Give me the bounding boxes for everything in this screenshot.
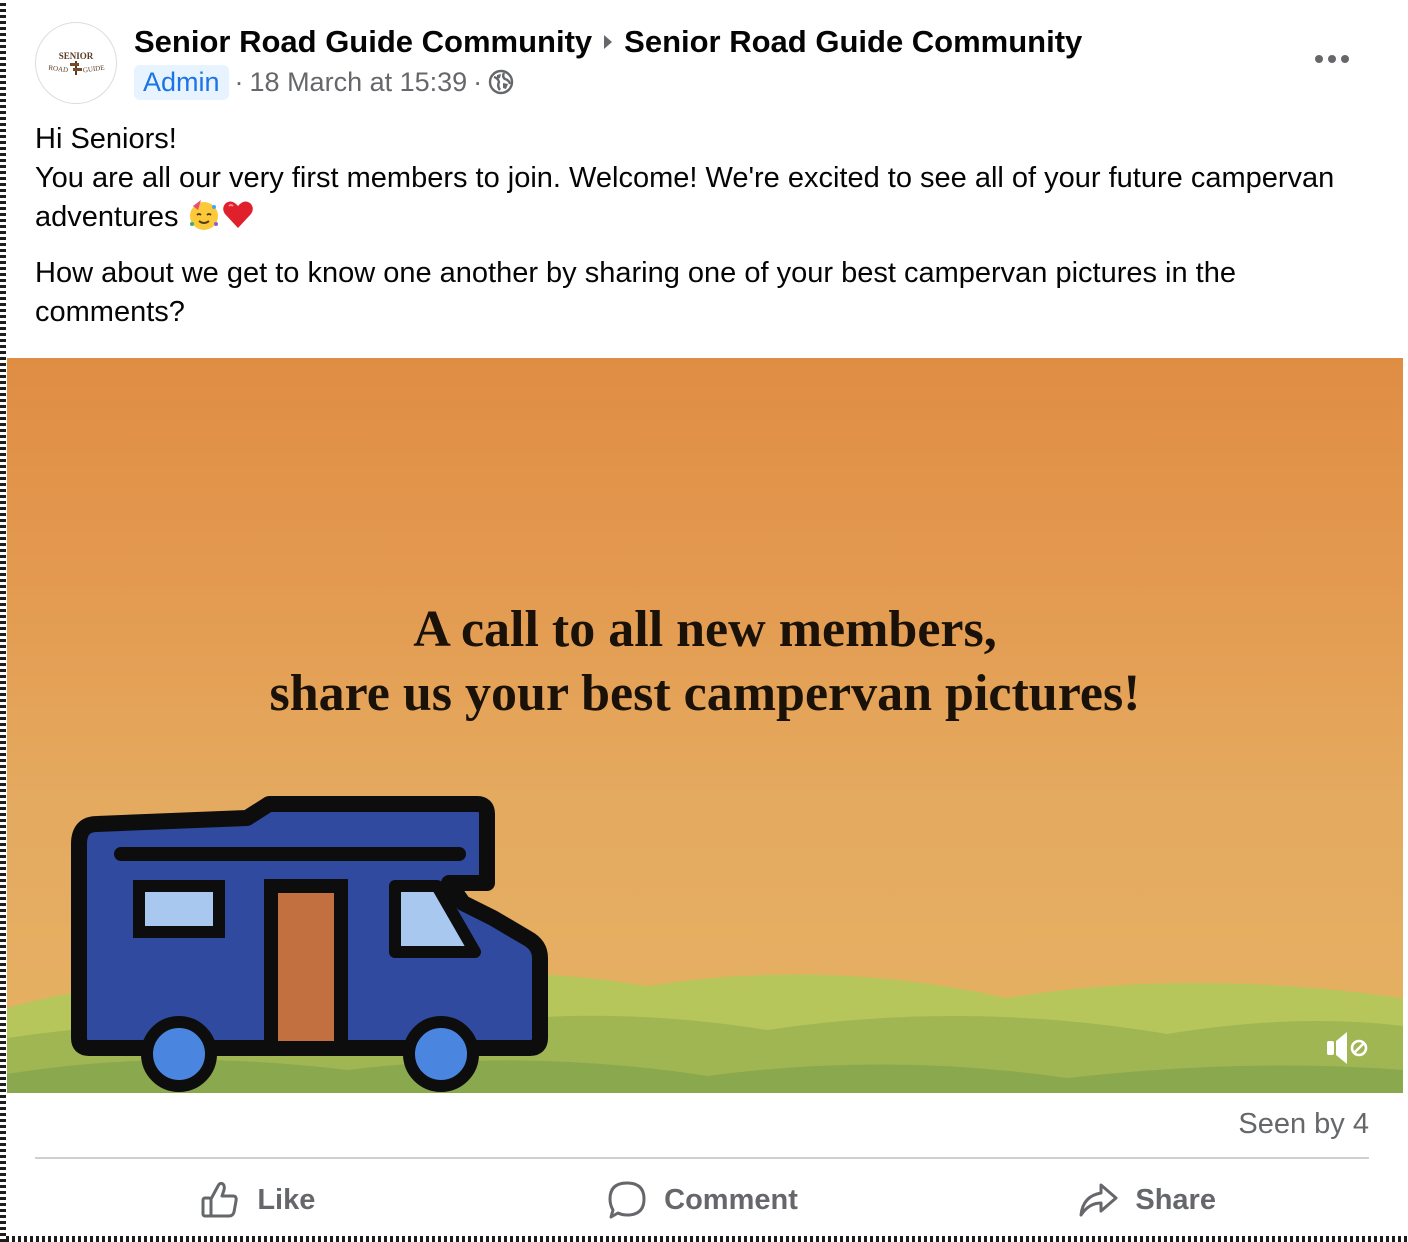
thumbs-up-icon — [201, 1181, 238, 1218]
senior-road-guide-logo-icon: SENIOR ROAD GUIDE — [48, 51, 105, 75]
comment-button[interactable]: Comment — [480, 1166, 925, 1234]
posted-in-group-link[interactable]: Senior Road Guide Community — [624, 24, 1082, 60]
post-paragraph-2: How about we get to know one another by … — [35, 257, 1236, 328]
like-button[interactable]: Like — [35, 1166, 480, 1234]
muted-speaker-icon[interactable] — [1323, 1026, 1371, 1070]
video-headline: A call to all new members, share us your… — [7, 598, 1403, 726]
globe-icon — [488, 69, 514, 95]
meta-separator: · — [473, 66, 483, 97]
caret-right-icon — [604, 35, 613, 49]
red-heart-icon — [222, 201, 253, 228]
post-video[interactable]: A call to all new members, share us your… — [7, 358, 1403, 1093]
post-timestamp[interactable]: 18 March at 15:39 — [250, 67, 468, 98]
svg-text:ROAD: ROAD — [48, 64, 69, 75]
post-card: SENIOR ROAD GUIDE Senior Road Guide Comm… — [7, 0, 1403, 1236]
share-label: Share — [1135, 1183, 1216, 1216]
post-body: Hi Seniors! You are all our very first m… — [35, 120, 1380, 332]
more-horizontal-icon — [1315, 55, 1349, 63]
group-name-link[interactable]: Senior Road Guide Community — [134, 24, 592, 60]
post-meta: Admin · 18 March at 15:39 · — [134, 62, 514, 102]
campervan-icon — [71, 796, 548, 1092]
post-actions: Like Comment Share — [35, 1166, 1369, 1234]
admin-badge: Admin — [134, 64, 229, 100]
actions-divider — [35, 1157, 1369, 1159]
post-paragraph-1: You are all our very first members to jo… — [35, 159, 1380, 237]
comment-label: Comment — [664, 1183, 798, 1216]
partying-face-icon — [189, 200, 218, 230]
svg-text:GUIDE: GUIDE — [82, 64, 105, 75]
headline-line-1: A call to all new members, — [413, 601, 997, 658]
post-title-row: Senior Road Guide Community Senior Road … — [134, 22, 1082, 62]
headline-line-2: share us your best campervan pictures! — [269, 665, 1141, 722]
comment-bubble-icon — [608, 1181, 646, 1219]
more-options-button[interactable] — [1309, 44, 1355, 74]
share-arrow-icon — [1079, 1183, 1118, 1217]
like-label: Like — [257, 1183, 316, 1216]
share-button[interactable]: Share — [924, 1166, 1369, 1234]
seen-by-count[interactable]: Seen by 4 — [1238, 1108, 1369, 1141]
post-greeting: Hi Seniors! — [35, 123, 177, 155]
group-avatar[interactable]: SENIOR ROAD GUIDE — [35, 22, 117, 104]
post-header: SENIOR ROAD GUIDE Senior Road Guide Comm… — [7, 0, 1403, 110]
meta-separator: · — [234, 66, 244, 97]
svg-text:SENIOR: SENIOR — [59, 51, 94, 61]
